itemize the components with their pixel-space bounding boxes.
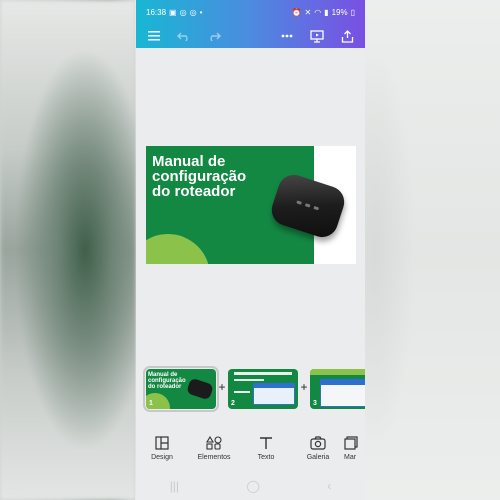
mute-icon: ✕ — [304, 7, 312, 17]
nav-texto[interactable]: Texto — [240, 428, 292, 468]
more-notifications-icon: • — [199, 7, 203, 17]
shapes-icon — [206, 435, 222, 451]
bottom-navigation: Design Elementos Texto Galeria Mar — [136, 428, 365, 468]
text-icon — [259, 435, 273, 451]
page-number: 1 — [149, 400, 153, 407]
layout-icon — [155, 435, 169, 451]
add-page-icon[interactable]: + — [217, 380, 227, 394]
add-page-icon[interactable]: + — [299, 380, 309, 394]
nav-label: Texto — [257, 454, 275, 461]
page-number: 2 — [231, 400, 235, 407]
router-led — [313, 205, 320, 211]
nav-marca[interactable]: Mar — [344, 428, 364, 468]
share-icon[interactable] — [337, 26, 357, 46]
status-bar: 16:38 ▣ ◎ ◎ • ⏰ ✕ ◠ ▮ 19% ▯ — [136, 0, 365, 24]
router-led — [304, 203, 311, 208]
thumbnail-title: Manual de configuração do roteador — [148, 372, 186, 390]
nav-elementos[interactable]: Elementos — [188, 428, 240, 468]
home-icon[interactable]: ◯ — [246, 479, 259, 493]
router-led — [296, 200, 302, 205]
camera-icon — [310, 435, 326, 451]
system-navigation-bar: ||| ◯ ‹ — [136, 472, 365, 500]
page-thumbnail-2[interactable]: 2 — [228, 369, 298, 409]
back-icon[interactable]: ‹ — [327, 479, 331, 493]
battery-level: 19% — [331, 7, 348, 17]
signal-icon: ▮ — [324, 7, 329, 17]
image-notification-icon: ▣ — [169, 7, 177, 17]
nav-label: Design — [151, 454, 173, 461]
recent-apps-icon[interactable]: ||| — [170, 479, 179, 493]
page-number: 3 — [313, 400, 317, 407]
present-icon[interactable] — [307, 26, 327, 46]
router-image — [186, 377, 214, 401]
thumb-screenshot-header — [321, 380, 365, 385]
undo-icon[interactable] — [174, 26, 194, 46]
brand-icon — [344, 435, 358, 451]
nav-label: Galeria — [306, 454, 330, 461]
phone-screen: 16:38 ▣ ◎ ◎ • ⏰ ✕ ◠ ▮ 19% ▯ Manual de co… — [136, 0, 365, 500]
slide-canvas[interactable]: Manual de configuração do roteador — [146, 146, 356, 264]
thumb-screenshot-header — [254, 384, 294, 388]
thumb-screenshot — [253, 383, 295, 405]
battery-icon: ▯ — [350, 7, 355, 17]
editor-toolbar — [136, 24, 365, 48]
nav-design[interactable]: Design — [136, 428, 188, 468]
background-left — [0, 0, 136, 500]
redo-icon[interactable] — [204, 26, 224, 46]
wifi-icon: ◠ — [314, 7, 322, 17]
thumb-text-line — [234, 372, 292, 375]
page-thumbnail-3[interactable]: 3 — [310, 369, 365, 409]
page-thumbnail-strip: Manual de configuração do roteador 1 + 2… — [136, 366, 365, 412]
instagram-notification-icon: ◎ — [189, 7, 197, 17]
thumb-text-line — [234, 391, 250, 393]
menu-icon[interactable] — [144, 26, 164, 46]
status-time: 16:38 — [146, 7, 167, 17]
alarm-icon: ⏰ — [291, 7, 302, 17]
nav-galeria[interactable]: Galeria — [292, 428, 344, 468]
more-options-icon[interactable] — [277, 26, 297, 46]
instagram-notification-icon: ◎ — [179, 7, 187, 17]
thumb-text-line — [234, 379, 264, 381]
page-thumbnail-1[interactable]: Manual de configuração do roteador 1 — [143, 366, 219, 412]
background-right — [365, 0, 500, 500]
slide-decor-circle — [146, 234, 210, 264]
thumb-header-bar — [310, 369, 365, 375]
nav-label: Mar — [344, 454, 357, 461]
thumb-screenshot — [320, 379, 365, 407]
nav-label: Elementos — [197, 454, 231, 461]
